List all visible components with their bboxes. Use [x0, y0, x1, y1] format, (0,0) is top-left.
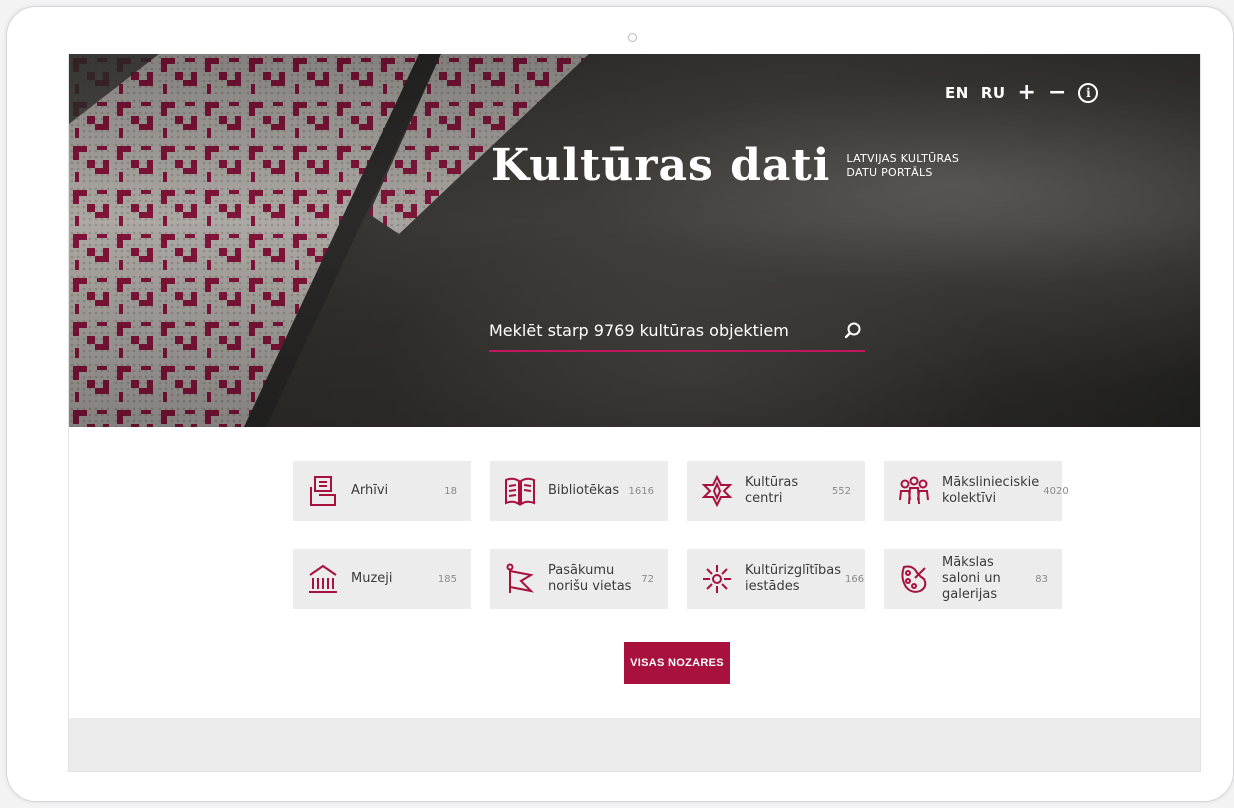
tablet-camera — [628, 33, 637, 42]
logo-subtitle-line2: DATU PORTĀLS — [846, 165, 933, 179]
hero-overlay — [69, 54, 1200, 427]
top-utility-bar: EN RU + − i — [945, 82, 1099, 104]
info-icon[interactable]: i — [1078, 83, 1099, 103]
archive-icon — [307, 475, 339, 507]
category-count: 4020 — [1043, 485, 1069, 497]
category-label: Bibliotēkas — [548, 483, 620, 498]
category-label: Arhīvi — [351, 483, 389, 498]
page-screen: EN RU + − i Kultūras dati LATVIJAS KULTŪ… — [68, 54, 1201, 772]
site-logo[interactable]: Kultūras dati LATVIJAS KULTŪRAS DATU POR… — [491, 140, 959, 191]
category-count: 552 — [831, 485, 851, 497]
category-label: Muzeji — [351, 571, 393, 586]
art-groups-people-icon — [898, 475, 930, 507]
zoom-in-button[interactable]: + — [1018, 82, 1036, 104]
category-count: 185 — [437, 573, 457, 585]
category-grid: Arhīvi 18 Bibliotēkas 1616 Kultūras cent… — [293, 461, 1069, 609]
logo-title: Kultūras dati — [491, 140, 831, 191]
category-card-education[interactable]: Kultūrizglītības iestādes 166 — [687, 549, 865, 609]
category-card-archives[interactable]: Arhīvi 18 — [293, 461, 471, 521]
category-card-libraries[interactable]: Bibliotēkas 1616 — [490, 461, 668, 521]
culture-center-star-icon — [701, 475, 733, 507]
category-card-galleries[interactable]: Mākslas saloni un galerijas 83 — [884, 549, 1062, 609]
category-count: 18 — [444, 485, 457, 497]
logo-subtitle: LATVIJAS KULTŪRAS DATU PORTĀLS — [846, 152, 959, 180]
education-sun-icon — [701, 563, 733, 595]
event-venue-flag-icon — [504, 563, 536, 595]
category-count: 83 — [1035, 573, 1048, 585]
tablet-frame: EN RU + − i Kultūras dati LATVIJAS KULTŪ… — [6, 6, 1234, 802]
category-card-event-venues[interactable]: Pasākumu norišu vietas 72 — [490, 549, 668, 609]
category-label: Mākslinieciskie kolektīvi — [942, 475, 1040, 506]
category-card-art-groups[interactable]: Mākslinieciskie kolektīvi 4020 — [884, 461, 1069, 521]
category-label: Pasākumu norišu vietas — [548, 563, 632, 594]
zoom-out-button[interactable]: − — [1048, 82, 1066, 104]
all-sectors-button[interactable]: VISAS NOZARES — [624, 642, 730, 684]
category-count: 1616 — [628, 485, 654, 497]
category-count: 72 — [641, 573, 654, 585]
lang-en-link[interactable]: EN — [945, 84, 969, 102]
library-book-icon — [504, 475, 536, 507]
search-bar — [489, 310, 865, 352]
museum-icon — [307, 563, 339, 595]
search-input[interactable] — [489, 320, 819, 340]
category-label: Mākslas saloni un galerijas — [942, 555, 1001, 602]
category-card-museums[interactable]: Muzeji 185 — [293, 549, 471, 609]
category-count: 166 — [845, 573, 865, 585]
hero-banner: EN RU + − i Kultūras dati LATVIJAS KULTŪ… — [69, 54, 1200, 427]
logo-subtitle-line1: LATVIJAS KULTŪRAS — [846, 151, 960, 165]
category-card-culture-centers[interactable]: Kultūras centri 552 — [687, 461, 865, 521]
search-icon[interactable] — [841, 318, 865, 342]
footer-strip — [69, 718, 1200, 771]
category-label: Kultūras centri — [745, 475, 799, 506]
lang-ru-link[interactable]: RU — [981, 84, 1006, 102]
category-label: Kultūrizglītības iestādes — [745, 563, 842, 594]
art-gallery-palette-icon — [898, 563, 930, 595]
